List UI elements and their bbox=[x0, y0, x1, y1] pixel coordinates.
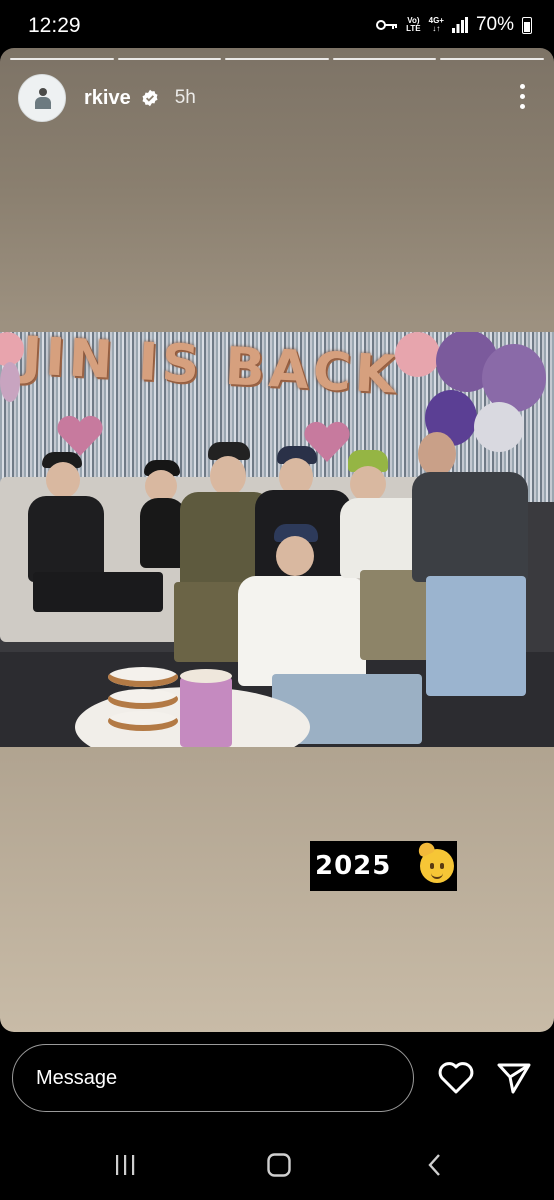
progress-segment bbox=[10, 58, 114, 60]
recents-icon[interactable] bbox=[100, 1140, 150, 1190]
post-time: 5h bbox=[174, 87, 196, 108]
4g-indicator: 4G+ ↓↑ bbox=[428, 16, 444, 33]
battery-icon bbox=[522, 16, 532, 34]
progress-segment bbox=[117, 58, 222, 60]
story-card[interactable]: rkive 5h JIN IS BACK 2025 bbox=[0, 48, 554, 1032]
cake bbox=[180, 669, 232, 747]
send-icon[interactable] bbox=[494, 1058, 534, 1098]
saluting-face-emoji bbox=[416, 840, 454, 883]
year-sticker: 2025 bbox=[310, 840, 457, 891]
status-icons: Vo) LTE 4G+ ↓↑ 70% bbox=[376, 14, 532, 36]
avatar[interactable] bbox=[18, 74, 66, 122]
home-icon[interactable] bbox=[254, 1140, 304, 1190]
signal-icon bbox=[451, 17, 468, 33]
back-icon[interactable] bbox=[410, 1140, 460, 1190]
battery-percent: 70% bbox=[475, 14, 514, 35]
more-icon[interactable] bbox=[520, 84, 526, 109]
system-nav-bar bbox=[0, 1140, 554, 1190]
story-header: rkive 5h bbox=[18, 74, 196, 122]
username[interactable]: rkive bbox=[84, 87, 131, 110]
heart-icon[interactable] bbox=[436, 1058, 476, 1098]
progress-segment bbox=[440, 58, 544, 60]
message-input[interactable]: Message bbox=[12, 1044, 414, 1112]
story-photo: JIN IS BACK bbox=[0, 332, 554, 747]
volte-indicator: Vo) LTE bbox=[406, 16, 421, 33]
status-time: 12:29 bbox=[28, 14, 81, 37]
verified-badge-icon bbox=[142, 89, 158, 107]
progress-segment bbox=[225, 58, 329, 60]
story-progress bbox=[10, 58, 544, 60]
message-placeholder: Message bbox=[36, 1066, 118, 1089]
key-icon bbox=[376, 20, 398, 30]
sticker-text: 2025 bbox=[315, 851, 392, 881]
status-bar: 12:29 Vo) LTE 4G+ ↓↑ 70% bbox=[0, 0, 554, 52]
progress-segment bbox=[332, 58, 437, 60]
